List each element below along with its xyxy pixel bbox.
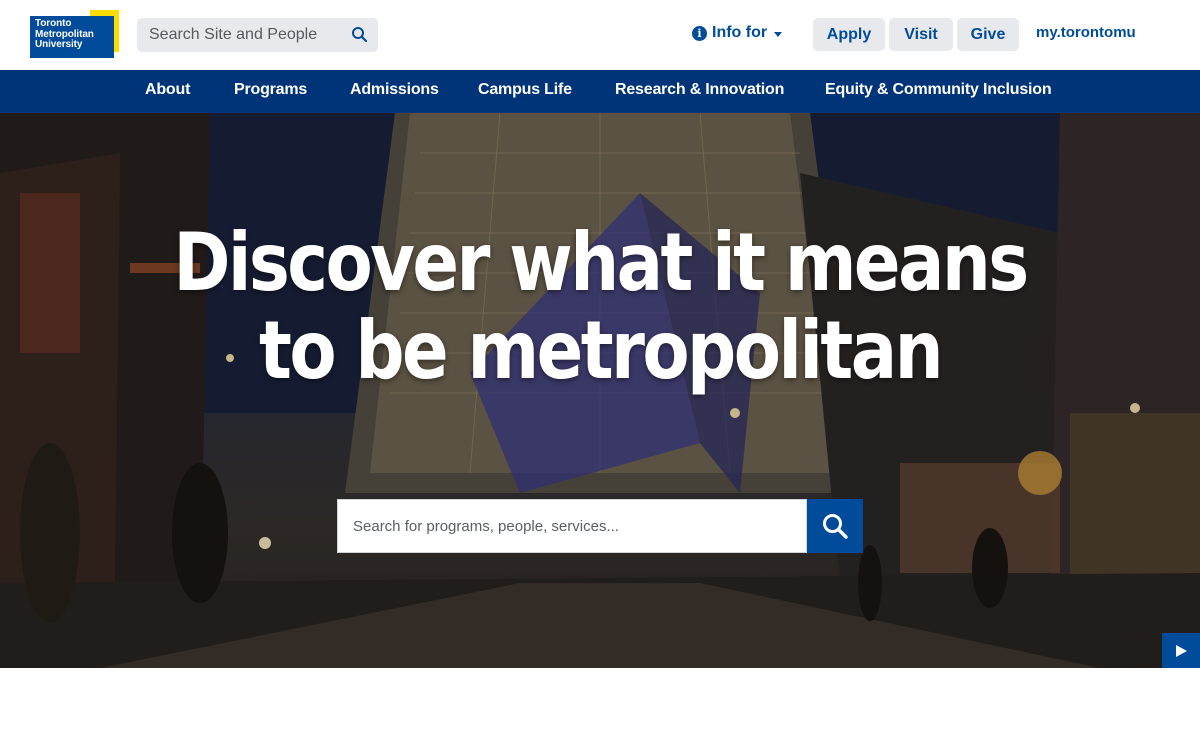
search-icon [352, 27, 368, 43]
nav-item-equity-community-inclusion[interactable]: Equity & Community Inclusion [825, 70, 1052, 113]
info-for-label: Info for [712, 24, 768, 41]
hero-headline-line2: to be metropolitan [259, 304, 944, 397]
nav-item-programs[interactable]: Programs [234, 70, 307, 113]
hero-headline-line1: Discover what it means [173, 216, 1029, 309]
site-search [137, 18, 378, 52]
top-header: Toronto Metropolitan University i Info f… [0, 0, 1200, 70]
logo-text-line3: University [35, 39, 83, 50]
apply-button[interactable]: Apply [813, 18, 885, 51]
info-icon: i [692, 25, 707, 41]
nav-item-research-innovation[interactable]: Research & Innovation [615, 70, 784, 113]
hero-search-input[interactable] [337, 499, 807, 553]
site-search-button[interactable] [350, 25, 370, 45]
play-video-button[interactable] [1162, 633, 1200, 668]
nav-item-campus-life[interactable]: Campus Life [478, 70, 572, 113]
play-icon [1176, 644, 1187, 657]
hero-banner: Discover what it means to be metropolita… [0, 113, 1200, 668]
nav-item-admissions[interactable]: Admissions [350, 70, 439, 113]
info-for-dropdown[interactable]: i Info for [692, 22, 783, 44]
university-logo[interactable]: Toronto Metropolitan University [30, 10, 120, 58]
give-button[interactable]: Give [957, 18, 1019, 51]
site-search-input[interactable] [137, 18, 342, 52]
logo-text-line1: Toronto [35, 18, 72, 29]
search-icon [823, 514, 848, 539]
hero-search-button[interactable] [807, 499, 863, 553]
nav-item-about[interactable]: About [145, 70, 190, 113]
my-torontomu-link[interactable]: my.torontomu [1036, 24, 1136, 41]
hero-headline: Discover what it means to be metropolita… [84, 219, 1116, 395]
hero-search [337, 499, 863, 553]
content-area [0, 668, 1200, 740]
visit-button[interactable]: Visit [889, 18, 953, 51]
chevron-down-icon [774, 31, 783, 37]
main-navigation: About Programs Admissions Campus Life Re… [0, 70, 1200, 113]
logo-blue-block: Toronto Metropolitan University [30, 16, 114, 58]
